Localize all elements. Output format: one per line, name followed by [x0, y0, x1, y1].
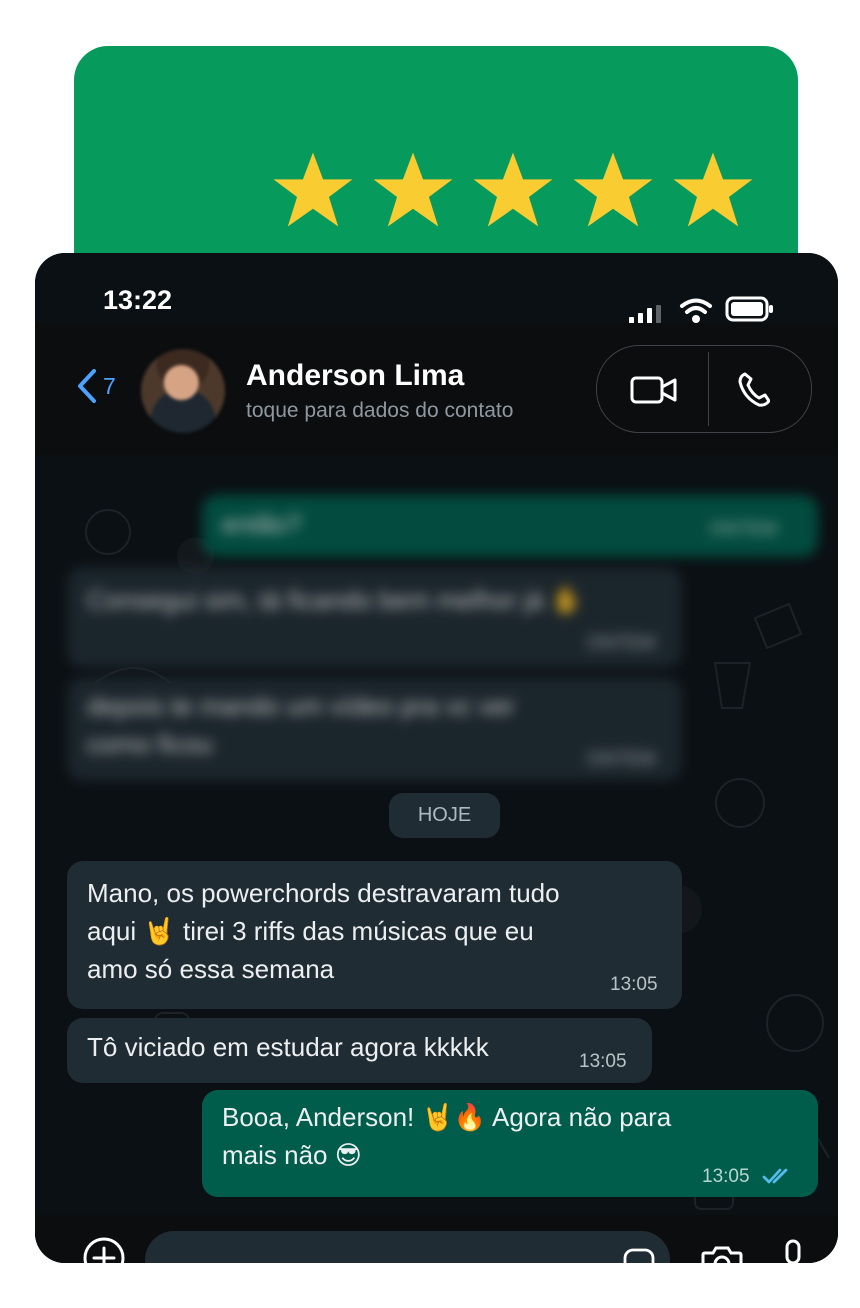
five-star-rating — [270, 150, 770, 234]
message-time: 13:05 — [702, 1166, 750, 1187]
star-icon — [473, 152, 553, 227]
status-bar: 13:22 — [35, 253, 838, 326]
call-divider — [708, 352, 709, 426]
star-icon — [273, 152, 353, 227]
double-check-icon — [762, 1168, 788, 1184]
received-message-1[interactable]: Mano, os powerchords destravaram tudo aq… — [67, 861, 682, 1009]
unread-count: 7 — [103, 372, 116, 399]
message-line: aqui 🤘 tirei 3 riffs das músicas que eu — [87, 916, 534, 946]
star-icon — [673, 152, 753, 227]
message-line: Booa, Anderson! 🤘🔥 Agora não para — [222, 1102, 672, 1132]
whatsapp-chat-screen: 13:22 7 Anderson Lima toque para dados d… — [35, 253, 838, 1263]
voice-call-icon[interactable] — [738, 371, 770, 407]
microphone-icon[interactable] — [781, 1239, 805, 1263]
message-input[interactable] — [145, 1231, 670, 1263]
call-actions — [596, 345, 812, 433]
battery-icon — [725, 296, 773, 322]
contact-info-hint[interactable]: toque para dados do contato — [246, 399, 513, 423]
message-line: mais não 😎 — [222, 1140, 362, 1170]
wifi-icon — [680, 298, 712, 323]
video-call-icon[interactable] — [630, 375, 678, 405]
message-time: 13:05 — [579, 1051, 627, 1072]
contact-name[interactable]: Anderson Lima — [246, 359, 464, 393]
sticker-icon[interactable] — [623, 1248, 656, 1263]
blurred-received-message: depois te mando um vídeo pra vc ver como… — [67, 677, 682, 781]
status-time: 13:22 — [103, 285, 173, 315]
plus-icon[interactable] — [81, 1235, 127, 1263]
message-time: 13:05 — [610, 974, 658, 995]
chevron-left-icon — [78, 369, 96, 403]
received-message-2[interactable]: Tô viciado em estudar agora kkkkk 13:05 — [67, 1018, 652, 1083]
date-separator: HOJE — [389, 793, 500, 838]
sent-message[interactable]: Booa, Anderson! 🤘🔥 Agora não para mais n… — [202, 1090, 818, 1197]
back-button[interactable]: 7 — [75, 367, 116, 405]
chat-header: 7 Anderson Lima toque para dados do cont… — [35, 323, 838, 455]
message-composer — [35, 1215, 838, 1263]
blurred-sent-message: então? ONTEM — [202, 495, 818, 557]
message-line: amo só essa semana — [87, 954, 335, 984]
contact-avatar[interactable] — [141, 349, 225, 433]
star-icon — [373, 152, 453, 227]
message-text: Tô viciado em estudar agora kkkkk — [87, 1032, 489, 1062]
star-icon — [573, 152, 653, 227]
camera-icon[interactable] — [700, 1245, 744, 1263]
blurred-received-message: Consegui sim, tá ficando bem melhor já ✋… — [67, 567, 682, 668]
message-line: Mano, os powerchords destravaram tudo — [87, 878, 560, 908]
